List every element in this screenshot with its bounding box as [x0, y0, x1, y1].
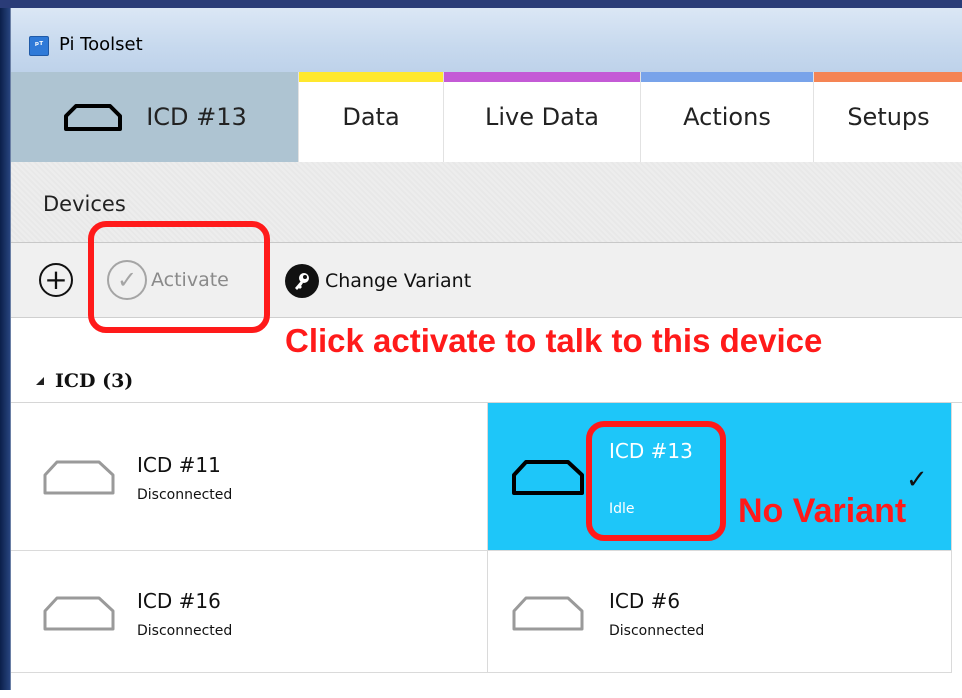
device-icon	[512, 596, 584, 631]
tab-setups-stripe	[814, 72, 962, 82]
devices-title: Devices	[43, 192, 126, 216]
device-status: Disconnected	[609, 623, 705, 639]
tab-setups-label: Setups	[847, 103, 930, 131]
tab-live-data[interactable]: Live Data	[443, 72, 640, 162]
change-variant-button[interactable]: Change Variant	[285, 263, 471, 299]
group-label: ICD (3)	[55, 370, 134, 392]
tab-data[interactable]: Data	[298, 72, 443, 162]
device-status: Disconnected	[137, 623, 233, 639]
device-icon	[512, 460, 584, 495]
title-bar[interactable]: ᵖᵀ Pi Toolset	[11, 8, 962, 72]
tab-actions[interactable]: Actions	[640, 72, 813, 162]
tab-device-label: ICD #13	[146, 103, 247, 131]
add-device-button[interactable]: +	[39, 263, 73, 297]
device-card-icd-11[interactable]: ICD #11 Disconnected	[11, 403, 488, 551]
device-grid: ICD #11 Disconnected ICD #13 Idle ✓ ICD …	[11, 402, 962, 673]
key-icon	[285, 264, 319, 298]
variant-annotation: No Variant	[738, 492, 907, 530]
desktop-top-strip	[0, 0, 962, 8]
tab-device[interactable]: ICD #13	[11, 72, 298, 162]
device-icon	[43, 596, 115, 631]
tab-actions-label: Actions	[683, 103, 771, 131]
device-name: ICD #11	[137, 453, 221, 477]
tab-live-data-stripe	[444, 72, 640, 82]
tab-data-stripe	[299, 72, 443, 82]
tab-setups[interactable]: Setups	[813, 72, 962, 162]
app-icon: ᵖᵀ	[29, 36, 49, 56]
device-icon	[43, 460, 115, 495]
change-variant-label: Change Variant	[325, 270, 472, 292]
tab-actions-stripe	[641, 72, 813, 82]
tab-data-label: Data	[342, 103, 400, 131]
active-check-icon: ✓	[906, 465, 928, 495]
plus-circle-icon: +	[44, 263, 68, 296]
tab-bar: ICD #13 Data Live Data Actions Setups	[11, 72, 962, 163]
device-card-icd-16[interactable]: ICD #16 Disconnected	[11, 551, 488, 673]
activate-annotation: Click activate to talk to this device	[285, 322, 823, 359]
collapse-triangle-icon[interactable]	[35, 376, 45, 386]
device-name: ICD #6	[609, 589, 681, 613]
device-status: Disconnected	[137, 487, 233, 503]
device-name: ICD #16	[137, 589, 221, 613]
device-card-icd-6[interactable]: ICD #6 Disconnected	[488, 551, 952, 673]
desktop-background	[0, 0, 10, 690]
tab-live-data-label: Live Data	[485, 103, 599, 131]
variant-highlight-box	[586, 421, 726, 541]
device-icon	[62, 102, 124, 132]
window-title: Pi Toolset	[59, 34, 143, 55]
activate-highlight-box	[88, 221, 270, 333]
